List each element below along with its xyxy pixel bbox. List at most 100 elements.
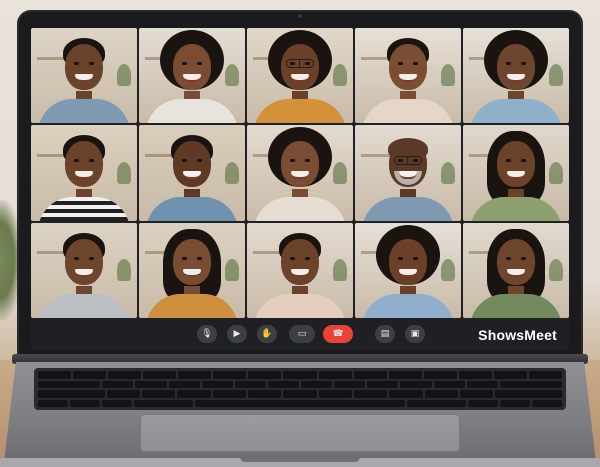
key[interactable] — [499, 380, 562, 388]
key[interactable] — [168, 380, 200, 388]
participant-tile[interactable] — [463, 28, 569, 124]
laptop-notch — [240, 457, 360, 462]
participant-shirt — [254, 99, 346, 124]
key[interactable] — [493, 371, 527, 379]
participant-tile[interactable] — [463, 222, 569, 318]
participant-tile[interactable] — [355, 222, 461, 318]
key[interactable] — [248, 371, 282, 379]
participant-shirt — [470, 196, 562, 221]
key[interactable] — [38, 380, 101, 388]
key[interactable] — [468, 399, 499, 407]
key[interactable] — [388, 371, 422, 379]
participant-video — [247, 125, 353, 221]
key[interactable] — [38, 399, 68, 407]
participant-tile[interactable] — [247, 222, 353, 318]
brand-logo: ShowsMeet — [478, 327, 557, 343]
eye — [290, 159, 295, 163]
key[interactable] — [318, 371, 352, 379]
key[interactable] — [38, 390, 105, 398]
participant-video — [247, 223, 353, 318]
key[interactable] — [106, 390, 140, 398]
key[interactable] — [283, 390, 317, 398]
participant-tile[interactable] — [31, 125, 137, 221]
more-options-button[interactable]: ▣ — [405, 325, 425, 343]
key[interactable] — [532, 399, 562, 407]
raise-hand-button[interactable]: ✋ — [257, 325, 277, 343]
key[interactable] — [135, 380, 167, 388]
key[interactable] — [178, 371, 212, 379]
key[interactable] — [69, 399, 100, 407]
end-call-button[interactable]: ☎ — [323, 325, 353, 343]
share-screen-button[interactable]: ▭ — [289, 325, 315, 343]
key[interactable] — [423, 371, 457, 379]
smile — [75, 74, 93, 82]
key[interactable] — [500, 399, 531, 407]
eye — [89, 159, 94, 163]
participant-tile[interactable] — [355, 125, 461, 221]
smile — [183, 74, 201, 82]
key[interactable] — [318, 390, 352, 398]
eye — [506, 62, 511, 65]
key[interactable] — [400, 380, 432, 388]
key[interactable] — [195, 399, 405, 407]
key[interactable] — [495, 390, 562, 398]
key[interactable] — [102, 380, 134, 388]
key[interactable] — [133, 399, 194, 407]
participant-face — [281, 141, 319, 188]
key[interactable] — [406, 399, 467, 407]
key[interactable] — [301, 380, 333, 388]
key[interactable] — [101, 399, 132, 407]
key[interactable] — [389, 390, 423, 398]
laptop-lid: ShowsMeet 🎙 ▶ ✋ ▭ ☎ ▤ ▣ — [17, 10, 583, 360]
key[interactable] — [143, 371, 177, 379]
participant-face — [173, 238, 211, 285]
participant-tile[interactable] — [31, 222, 137, 318]
eye — [182, 159, 187, 163]
key[interactable] — [334, 380, 366, 388]
participant-video — [247, 28, 353, 124]
participant-tile[interactable] — [247, 28, 353, 124]
key[interactable] — [108, 371, 142, 379]
mic-button[interactable]: 🎙 — [197, 325, 217, 343]
eye — [413, 62, 418, 65]
key[interactable] — [528, 371, 562, 379]
trackpad[interactable] — [140, 414, 460, 452]
participant-tile[interactable] — [139, 222, 245, 318]
participant-tile[interactable] — [31, 28, 137, 124]
key[interactable] — [73, 371, 107, 379]
key[interactable] — [433, 380, 465, 388]
key[interactable] — [142, 390, 176, 398]
participant-shirt — [254, 294, 346, 318]
call-toolbar: ShowsMeet 🎙 ▶ ✋ ▭ ☎ ▤ ▣ — [31, 318, 569, 350]
key[interactable] — [247, 390, 282, 398]
eye — [182, 256, 187, 260]
chat-button[interactable]: ▤ — [375, 325, 395, 343]
participant-shirt — [38, 294, 130, 318]
camera-button[interactable]: ▶ — [227, 325, 247, 343]
key[interactable] — [466, 380, 498, 388]
participant-video — [355, 223, 461, 318]
key[interactable] — [367, 380, 399, 388]
eye — [74, 256, 79, 260]
participant-tile[interactable] — [247, 125, 353, 221]
key[interactable] — [38, 371, 72, 379]
participant-tile[interactable] — [355, 28, 461, 124]
key[interactable] — [213, 371, 247, 379]
key[interactable] — [283, 371, 317, 379]
key[interactable] — [424, 390, 458, 398]
key[interactable] — [267, 380, 299, 388]
participant-tile[interactable] — [463, 125, 569, 221]
key[interactable] — [458, 371, 492, 379]
key[interactable] — [234, 380, 266, 388]
key[interactable] — [353, 390, 388, 398]
participant-video — [31, 125, 137, 221]
smile — [399, 74, 417, 82]
key[interactable] — [459, 390, 494, 398]
key[interactable] — [212, 390, 246, 398]
key[interactable] — [201, 380, 233, 388]
participant-tile[interactable] — [139, 28, 245, 124]
participant-tile[interactable] — [139, 125, 245, 221]
key[interactable] — [177, 390, 211, 398]
eye — [305, 256, 310, 260]
key[interactable] — [353, 371, 387, 379]
